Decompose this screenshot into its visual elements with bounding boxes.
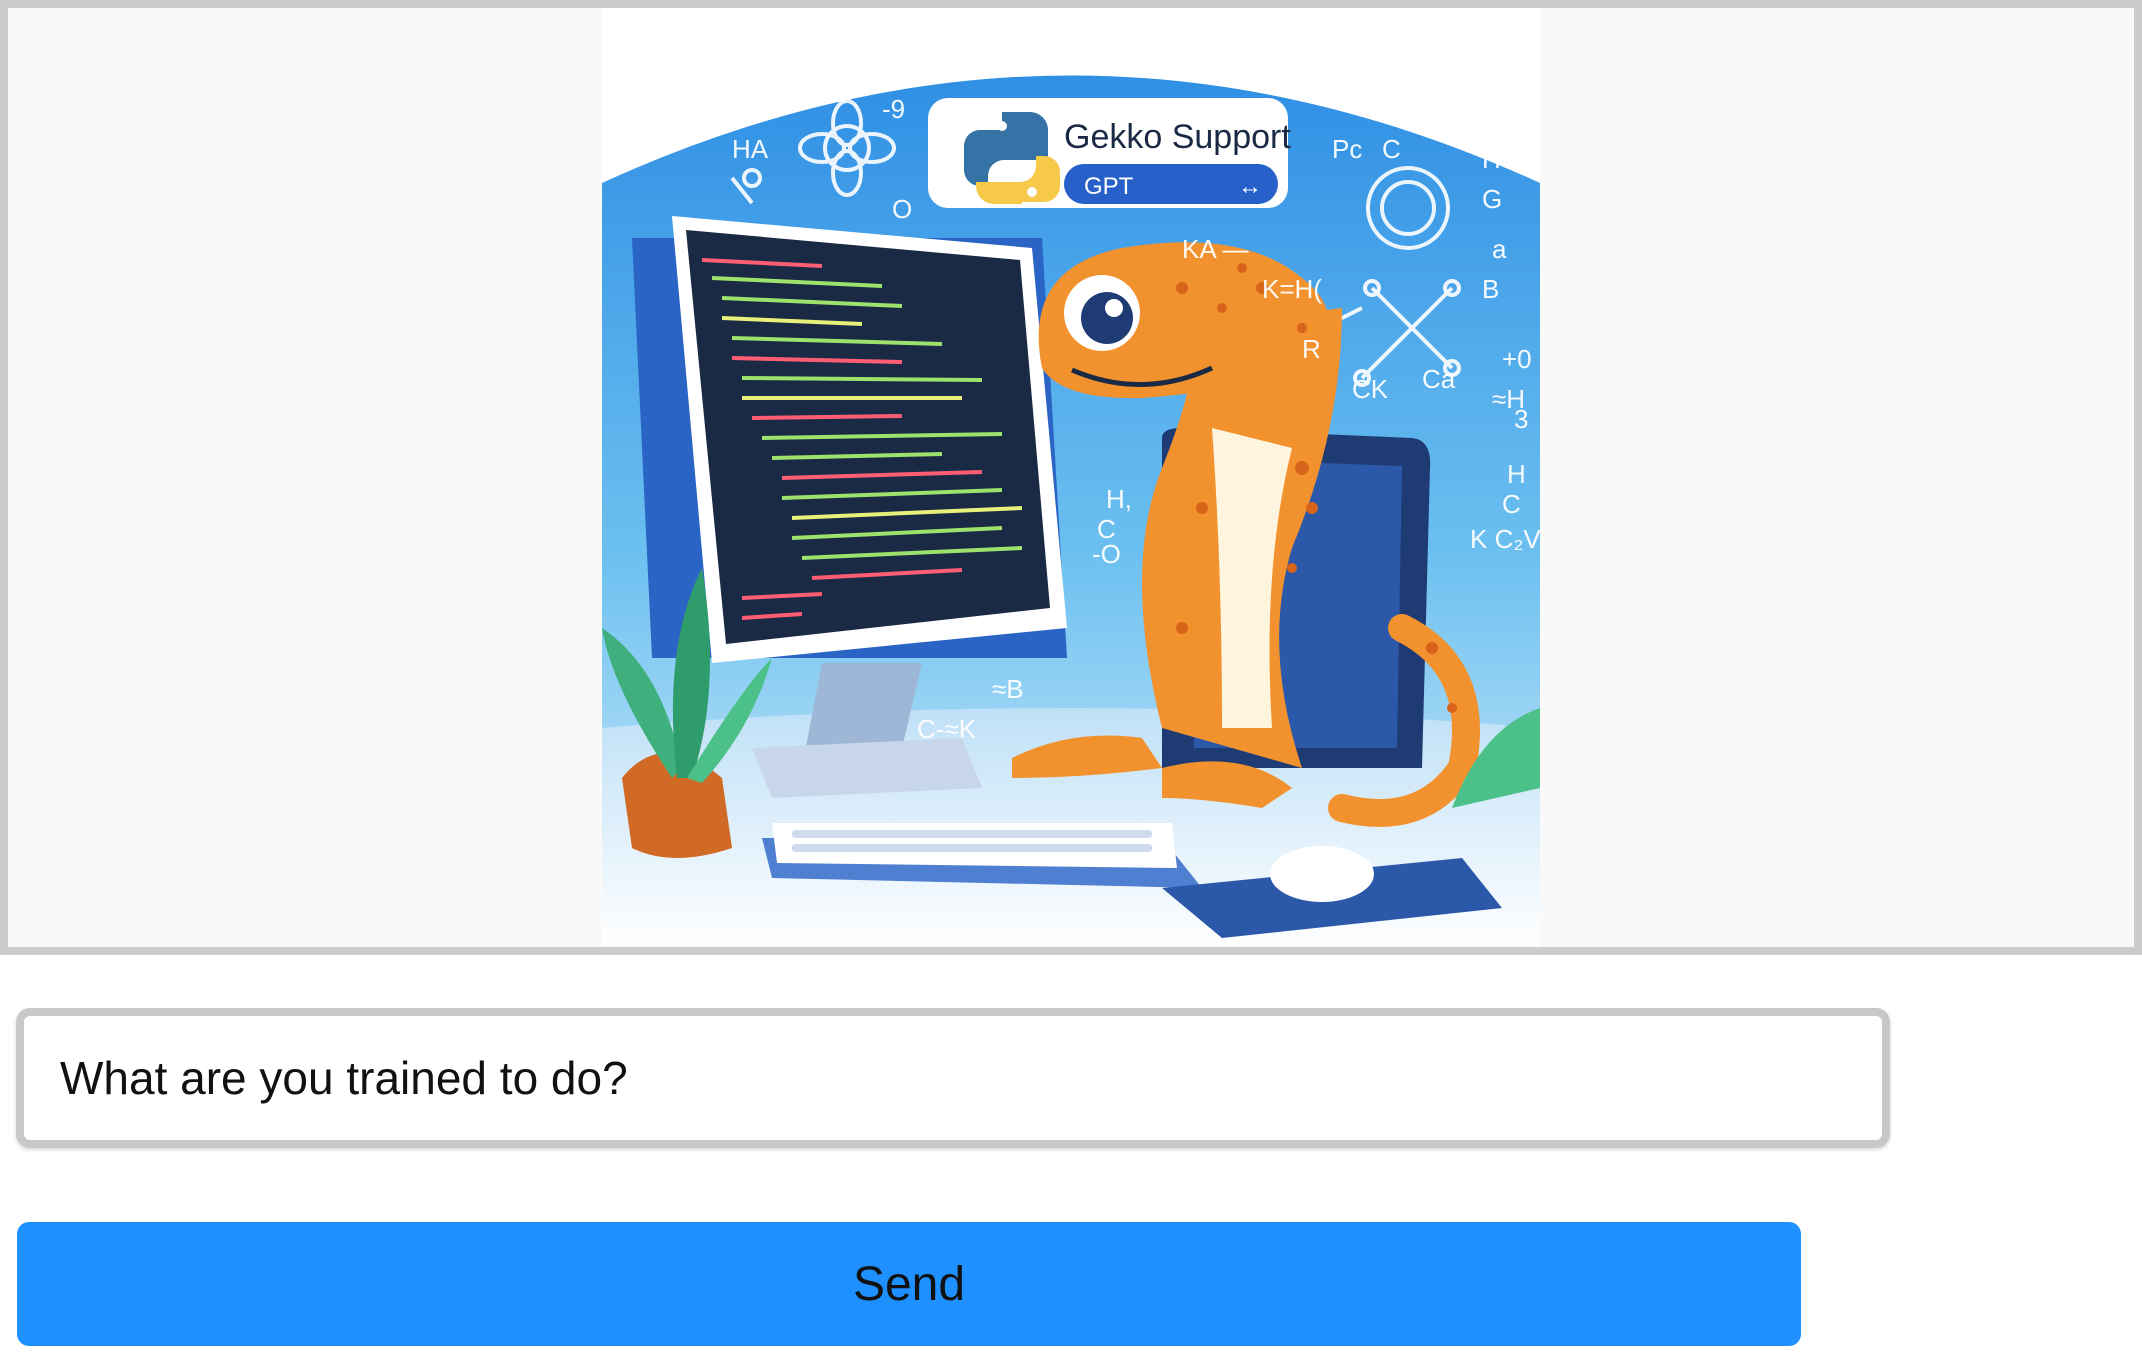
scribble-0: HA [732, 134, 769, 164]
keyboard-illustration [762, 823, 1202, 888]
scribble-22: O [892, 194, 912, 224]
gekko-support-badge: Gekko Support GPT ↔ [928, 98, 1291, 208]
scribble-6: H3 [1482, 144, 1515, 174]
gekko-support-hero-image: Gekko Support GPT ↔ HA KA — K=H(R CK Ca… [602, 8, 1540, 947]
badge-title: Gekko Support [1064, 118, 1291, 156]
scribble-8: a [1492, 234, 1507, 264]
scribble-12: 3 [1514, 404, 1528, 434]
scribble-7: G [1482, 184, 1502, 214]
mouse-illustration [1270, 846, 1374, 902]
scribble-5: Ca [1422, 364, 1456, 394]
scribble-21: -9 [882, 94, 905, 124]
chat-display-frame: Gekko Support GPT ↔ HA KA — K=H(R CK Ca… [0, 0, 2142, 955]
send-button[interactable]: Send [17, 1222, 1801, 1346]
scribble-18: -O [1092, 539, 1121, 569]
scribble-10: +0 [1502, 344, 1532, 374]
scribble-24: C [1382, 134, 1401, 164]
scribble-23: Pc [1332, 134, 1362, 164]
scribble-4: CK [1352, 374, 1389, 404]
badge-tag: GPT [1084, 173, 1134, 200]
badge-arrows-icon: ↔ [1238, 173, 1262, 200]
scribble-1: KA — [1182, 234, 1248, 264]
scribble-14: C [1502, 489, 1521, 519]
scribble-16: H, [1106, 484, 1132, 514]
scribble-3: R [1302, 334, 1321, 364]
scribble-9: B [1482, 274, 1499, 304]
scribble-19: ≈B [992, 674, 1024, 704]
scribble-2: K=H( [1262, 274, 1322, 304]
scribble-20: C-≈K [917, 714, 977, 744]
scribble-15: K C₂V [1470, 524, 1540, 554]
prompt-input[interactable] [16, 1008, 1890, 1148]
scribble-13: H [1507, 459, 1526, 489]
